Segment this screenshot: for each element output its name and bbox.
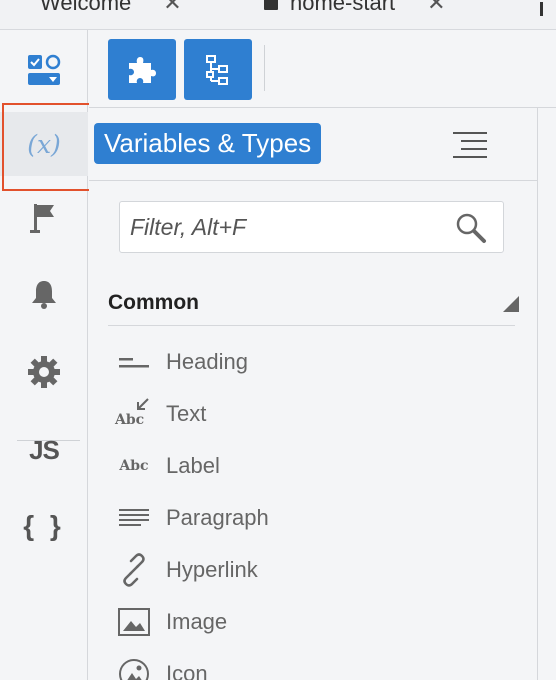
flag-icon	[30, 204, 54, 233]
file-icon	[264, 0, 278, 10]
list-item-paragraph[interactable]: Paragraph	[114, 498, 494, 538]
list-item-icon[interactable]: Icon	[114, 654, 494, 680]
variables-panel: Variables & Types Common Heading	[89, 108, 537, 680]
editor-tab-strip: Welcome ✕ home-start ✕	[0, 0, 556, 30]
toolbar	[89, 30, 556, 108]
collapse-triangle-icon[interactable]	[503, 296, 519, 312]
section-title: Common	[108, 291, 199, 314]
item-label: Paragraph	[166, 505, 269, 530]
item-label: Hyperlink	[166, 557, 258, 582]
section-common-header[interactable]: Common	[108, 286, 519, 326]
paragraph-icon	[114, 498, 154, 538]
activity-variables[interactable]: (x)	[0, 112, 88, 176]
variables-icon: (x)	[27, 129, 61, 159]
list-item-image[interactable]: Image	[114, 602, 494, 642]
search-icon	[456, 213, 486, 243]
list-item-heading[interactable]: Heading	[114, 342, 494, 382]
filter-input[interactable]	[130, 210, 430, 244]
close-icon[interactable]: ✕	[163, 0, 181, 16]
panel-header: Variables & Types	[89, 108, 537, 181]
item-label: Image	[166, 609, 228, 634]
activity-bar: (x) JS {}	[0, 30, 88, 680]
activity-components[interactable]	[0, 38, 88, 102]
activity-settings[interactable]	[0, 340, 88, 404]
text-abc-icon: Abc	[114, 394, 154, 434]
item-label: Icon	[166, 661, 208, 680]
js-icon: JS	[29, 434, 60, 465]
right-panel-edge	[537, 108, 556, 680]
overflow-icon[interactable]	[540, 2, 554, 16]
braces-icon: { }	[23, 510, 65, 541]
activity-flags[interactable]	[0, 186, 88, 250]
icon-icon	[114, 654, 154, 680]
item-label: Text	[166, 401, 207, 426]
components-icon	[28, 54, 61, 85]
close-icon[interactable]: ✕	[427, 0, 445, 16]
tab-label: home-start	[290, 0, 396, 15]
panel-title: Variables & Types	[94, 123, 322, 164]
gear-icon	[28, 356, 60, 388]
label-abc-icon: Abc	[119, 458, 149, 474]
search-button[interactable]	[452, 210, 492, 246]
tab-welcome[interactable]: Welcome ✕	[40, 0, 182, 18]
tree-structure-icon	[206, 54, 228, 85]
puzzle-icon	[129, 56, 156, 83]
structure-button[interactable]	[184, 39, 252, 100]
image-icon	[114, 602, 154, 642]
activity-notifications[interactable]	[0, 262, 88, 326]
panel-menu-button[interactable]	[449, 128, 493, 160]
list-item-label[interactable]: Abc Label	[114, 446, 494, 486]
list-item-hyperlink[interactable]: Hyperlink	[114, 550, 494, 590]
tab-home-start[interactable]: home-start ✕	[264, 0, 446, 18]
activity-javascript[interactable]: JS	[0, 418, 88, 482]
list-item-text[interactable]: Abc Text	[114, 394, 494, 434]
filter-box	[119, 201, 504, 253]
components-button[interactable]	[108, 39, 176, 100]
bell-icon	[32, 281, 56, 309]
link-icon	[114, 550, 154, 590]
activity-json[interactable]: { }	[0, 494, 88, 558]
heading-icon	[114, 342, 154, 382]
toolbar-separator	[264, 45, 265, 91]
tab-label: Welcome	[40, 0, 132, 15]
item-label: Label	[166, 453, 220, 478]
item-label: Heading	[166, 349, 248, 374]
